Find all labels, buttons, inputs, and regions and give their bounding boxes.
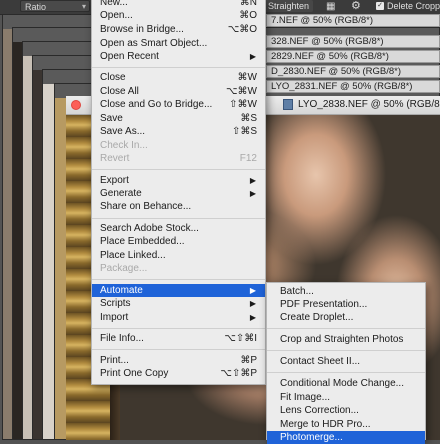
document-file-icon: [283, 99, 293, 110]
menu-item-automate[interactable]: Automate ▶: [92, 284, 265, 297]
document-tab[interactable]: 2829.NEF @ 50% (RGB/8*): [266, 50, 440, 63]
submenu-item-contact-sheet[interactable]: Contact Sheet II...: [267, 355, 425, 368]
menu-item-place-embedded[interactable]: Place Embedded...: [92, 235, 265, 248]
menu-separator: [92, 328, 265, 329]
delete-cropped-label: Delete Cropped: [387, 1, 440, 11]
straighten-button[interactable]: Straighten: [264, 0, 314, 12]
menu-item-save[interactable]: Save ⌘S: [92, 112, 265, 125]
submenu-arrow-icon: ▶: [249, 52, 256, 61]
menu-item-place-linked[interactable]: Place Linked...: [92, 249, 265, 262]
menu-item-close[interactable]: Close ⌘W: [92, 71, 265, 84]
menu-item-save-as[interactable]: Save As... ⇧⌘S: [92, 125, 265, 138]
menu-item-scripts[interactable]: Scripts ▶: [92, 297, 265, 310]
submenu-arrow-icon: ▶: [249, 299, 256, 308]
submenu-arrow-icon: ▶: [249, 313, 256, 322]
submenu-item-create-droplet[interactable]: Create Droplet...: [267, 311, 425, 324]
submenu-item-batch[interactable]: Batch...: [267, 285, 425, 298]
menu-item-check-in: Check In...: [100, 140, 148, 151]
menu-item-share-on-behance[interactable]: Share on Behance...: [92, 200, 265, 213]
menu-separator: [267, 350, 425, 351]
document-tab[interactable]: 328.NEF @ 50% (RGB/8*): [266, 35, 440, 48]
submenu-item-photomerge[interactable]: Photomerge...: [267, 431, 425, 444]
menu-separator: [92, 218, 265, 219]
submenu-arrow-icon: ▶: [249, 189, 256, 198]
close-window-button[interactable]: [71, 100, 81, 110]
ratio-label: Ratio: [25, 2, 47, 12]
document-tab[interactable]: D_2830.NEF @ 50% (RGB/8*): [266, 65, 440, 78]
menu-item-export[interactable]: Export ▶: [92, 174, 265, 187]
menu-item-file-info[interactable]: File Info... ⌥⇧⌘I: [92, 332, 265, 345]
menu-separator: [267, 328, 425, 329]
menu-item-open-recent[interactable]: Open Recent ▶: [92, 50, 265, 63]
menu-separator: [92, 279, 265, 280]
menu-item-browse-in-bridge[interactable]: Browse in Bridge... ⌥⌘O: [92, 23, 265, 36]
automate-submenu: Batch... PDF Presentation... Create Drop…: [266, 282, 426, 444]
menu-item-print-one-copy[interactable]: Print One Copy ⌥⇧⌘P: [92, 367, 265, 380]
menu-separator: [92, 169, 265, 170]
menu-separator: [92, 349, 265, 350]
submenu-item-crop-and-straighten[interactable]: Crop and Straighten Photos: [267, 333, 425, 346]
file-menu: New... ⌘N Open... ⌘O Browse in Bridge...…: [91, 0, 266, 385]
menu-item-package: Package...: [100, 263, 148, 274]
submenu-arrow-icon: ▶: [249, 286, 256, 295]
menu-separator: [267, 372, 425, 373]
menu-item-close-all[interactable]: Close All ⌥⌘W: [92, 85, 265, 98]
submenu-item-pdf-presentation[interactable]: PDF Presentation...: [267, 298, 425, 311]
submenu-item-merge-to-hdr-pro[interactable]: Merge to HDR Pro...: [267, 418, 425, 431]
menu-item-print[interactable]: Print... ⌘P: [92, 354, 265, 367]
delete-cropped-checkbox[interactable]: ✓: [376, 2, 384, 10]
document-tab[interactable]: 7.NEF @ 50% (RGB/8*): [266, 14, 440, 27]
menu-item-import[interactable]: Import ▶: [92, 311, 265, 324]
grid-overlay-icon[interactable]: ▦: [326, 1, 335, 12]
submenu-arrow-icon: ▶: [249, 176, 256, 185]
menu-item-generate[interactable]: Generate ▶: [92, 187, 265, 200]
gear-icon[interactable]: ⚙: [351, 0, 361, 12]
submenu-item-fit-image[interactable]: Fit Image...: [267, 391, 425, 404]
document-title: LYO_2838.NEF @ 50% (RGB/8*): [298, 99, 440, 110]
chevron-down-icon: ▾: [81, 2, 86, 11]
menu-item-open-as-smart-object[interactable]: Open as Smart Object...: [92, 37, 265, 50]
submenu-item-lens-correction[interactable]: Lens Correction...: [267, 404, 425, 417]
menu-item-close-and-go-to-bridge[interactable]: Close and Go to Bridge... ⇧⌘W: [92, 98, 265, 111]
ratio-dropdown[interactable]: Ratio ▾: [20, 0, 90, 12]
document-tab[interactable]: LYO_2831.NEF @ 50% (RGB/8*): [266, 80, 440, 93]
menu-item-revert: Revert F12: [100, 153, 257, 164]
menu-separator: [92, 67, 265, 68]
submenu-item-conditional-mode-change[interactable]: Conditional Mode Change...: [267, 377, 425, 390]
menu-item-new[interactable]: New... ⌘N: [92, 0, 265, 9]
menu-item-search-adobe-stock[interactable]: Search Adobe Stock...: [92, 222, 265, 235]
menu-item-open[interactable]: Open... ⌘O: [92, 9, 265, 22]
